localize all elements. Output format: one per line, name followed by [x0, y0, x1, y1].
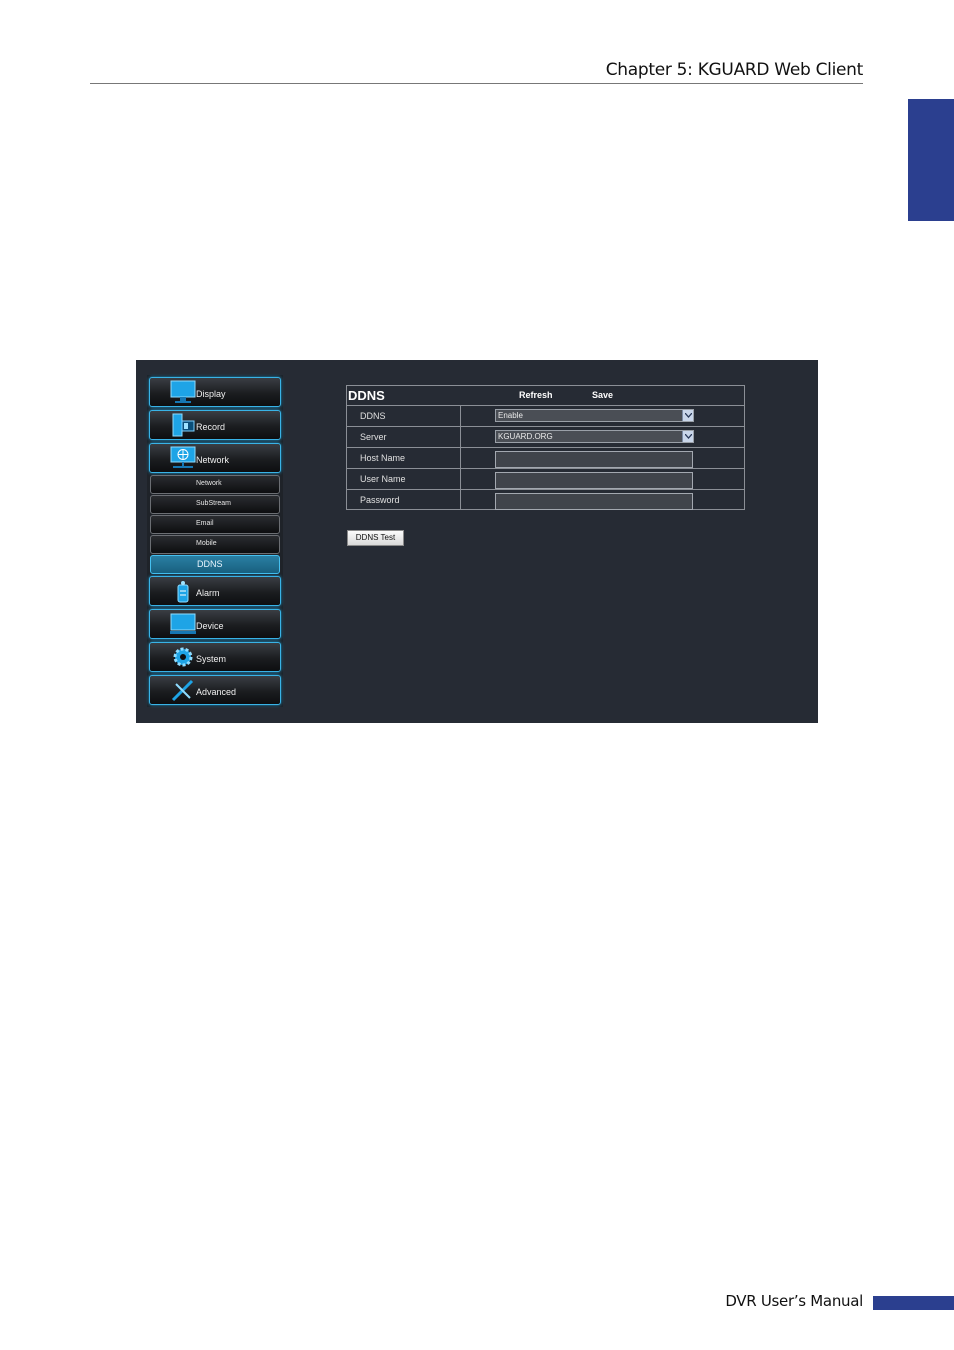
chevron-down-icon — [682, 410, 693, 421]
refresh-button[interactable]: Refresh — [519, 390, 553, 400]
user-name-row: User Name — [347, 469, 744, 490]
user-name-input[interactable] — [495, 472, 693, 489]
ddns-enable-value: Enable — [498, 411, 523, 420]
password-input[interactable] — [495, 493, 693, 510]
server-value: KGUARD.ORG — [498, 432, 553, 441]
password-row: Password — [347, 490, 744, 510]
submenu-substream[interactable]: SubStream — [150, 495, 280, 514]
submenu-network-label: Network — [196, 480, 222, 487]
menu-alarm-label: Alarm — [196, 588, 220, 598]
footer-bar — [873, 1296, 954, 1310]
ddns-label: DDNS — [360, 411, 386, 421]
menu-system-label: System — [196, 654, 227, 664]
ddns-settings-panel: DDNS Refresh Save DDNS Enable Server KGU… — [346, 385, 745, 510]
menu-display-button[interactable]: Display — [149, 377, 281, 407]
menu-device-label: Device — [196, 621, 224, 631]
gear-icon — [170, 645, 196, 669]
host-name-label: Host Name — [360, 453, 406, 463]
footer-text: DVR User’s Manual — [725, 1292, 863, 1310]
menu-system-button[interactable]: System — [149, 642, 281, 672]
menu-network-button[interactable]: Network — [149, 443, 281, 473]
menu-network-label: Network — [196, 455, 230, 465]
monitor-icon — [170, 380, 196, 404]
chapter-side-tab — [908, 99, 954, 221]
record-icon — [170, 413, 196, 437]
menu-record-label: Record — [196, 422, 226, 432]
ddns-test-button[interactable]: DDNS Test — [347, 530, 404, 546]
submenu-mobile[interactable]: Mobile — [150, 535, 280, 554]
host-name-row: Host Name — [347, 448, 744, 469]
tools-icon — [170, 678, 196, 702]
alarm-icon — [170, 579, 196, 603]
ddns-panel-title: DDNS — [348, 388, 385, 403]
menu-device-button[interactable]: Device — [149, 609, 281, 639]
menu-advanced-label: Advanced — [196, 687, 237, 697]
menu-advanced-button[interactable]: Advanced — [149, 675, 281, 705]
menu-record-button[interactable]: Record — [149, 410, 281, 440]
ddns-row: DDNS Enable — [347, 406, 744, 427]
menu-display-label: Display — [196, 389, 226, 399]
network-globe-icon — [170, 446, 196, 470]
ddns-enable-select[interactable]: Enable — [495, 409, 694, 422]
web-client-screenshot: Display Record Network Network SubStream… — [136, 360, 818, 723]
settings-menu: Display Record Network Network SubStream… — [147, 375, 283, 707]
submenu-network[interactable]: Network — [150, 475, 280, 494]
server-select[interactable]: KGUARD.ORG — [495, 430, 694, 443]
submenu-substream-label: SubStream — [196, 500, 232, 507]
chevron-down-icon — [682, 431, 693, 442]
password-label: Password — [360, 495, 400, 505]
submenu-email-label: Email — [196, 520, 214, 527]
submenu-ddns[interactable]: DDNS — [150, 555, 280, 574]
submenu-mobile-label: Mobile — [196, 540, 217, 547]
ddns-panel-header: DDNS Refresh Save — [347, 386, 744, 406]
chapter-title: Chapter 5: KGUARD Web Client — [605, 60, 864, 80]
menu-alarm-button[interactable]: Alarm — [149, 576, 281, 606]
submenu-ddns-label: DDNS — [197, 559, 223, 569]
save-button[interactable]: Save — [592, 390, 613, 400]
header-rule — [90, 83, 863, 84]
server-label: Server — [360, 432, 387, 442]
user-name-label: User Name — [360, 474, 406, 484]
submenu-email[interactable]: Email — [150, 515, 280, 534]
device-icon — [170, 612, 196, 636]
host-name-input[interactable] — [495, 451, 693, 468]
server-row: Server KGUARD.ORG — [347, 427, 744, 448]
